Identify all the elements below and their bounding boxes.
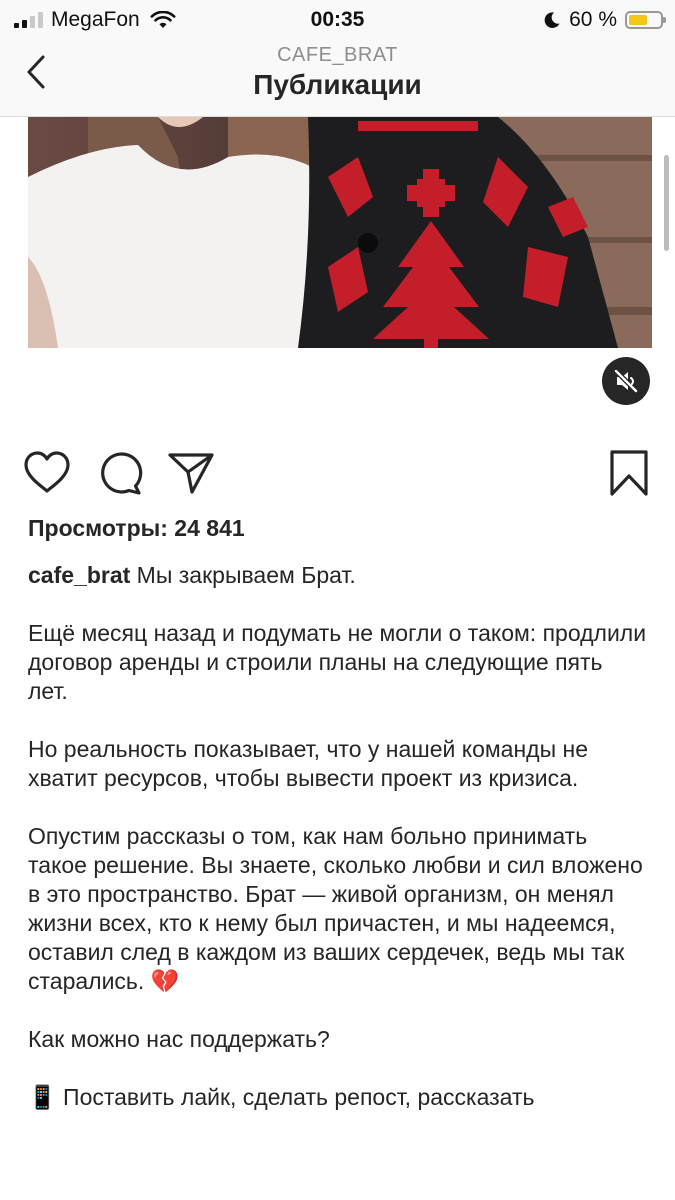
- battery-fill: [629, 15, 647, 25]
- wifi-icon: [150, 11, 176, 28]
- moon-icon: [544, 12, 560, 28]
- battery-icon: [625, 11, 666, 29]
- battery-percent: 60 %: [569, 8, 617, 31]
- nav-header: CAFE_BRAT Публикации: [0, 38, 675, 117]
- status-right: 60 %: [543, 8, 666, 32]
- caption-paragraph: Опустим рассказы о том, как нам больно п…: [28, 822, 648, 996]
- share-button[interactable]: [166, 448, 216, 498]
- mute-button[interactable]: [602, 357, 650, 405]
- account-name[interactable]: CAFE_BRAT: [0, 44, 675, 67]
- status-left: MegaFon: [14, 8, 176, 32]
- carrier-name: MegaFon: [51, 8, 140, 31]
- status-bar: MegaFon 00:35 60 %: [0, 0, 675, 38]
- post-caption: cafe_brat Мы закрываем Брат. Ещё месяц н…: [28, 561, 648, 1141]
- page-title: Публикации: [253, 69, 422, 100]
- caption-paragraph: Как можно нас поддержать?: [28, 1026, 330, 1052]
- page-scrollbar[interactable]: [664, 155, 669, 251]
- video-frame-illustration: [28, 117, 652, 348]
- broken-heart-emoji: 💔: [150, 968, 180, 994]
- post-video[interactable]: [28, 117, 652, 348]
- caption-headline: Мы закрываем Брат.: [136, 562, 356, 588]
- save-button[interactable]: [604, 448, 654, 498]
- comment-button[interactable]: [95, 448, 145, 498]
- caption-paragraph-text: Поставить лайк, сделать репост, рассказа…: [63, 1084, 535, 1110]
- signal-icon: [14, 12, 43, 28]
- caption-paragraph: 📱 Поставить лайк, сделать репост, расска…: [28, 1083, 648, 1112]
- instagram-post-screen: MegaFon 00:35 60 % CAFE_BRAT Публикации: [0, 0, 675, 1200]
- post-actions: [0, 448, 675, 500]
- caption-author[interactable]: cafe_brat: [28, 562, 130, 588]
- phone-emoji: 📱: [28, 1084, 57, 1110]
- views-count: Просмотры: 24 841: [28, 515, 245, 541]
- caption-paragraph-text: Опустим рассказы о том, как нам больно п…: [28, 823, 643, 994]
- like-button[interactable]: [22, 448, 72, 498]
- caption-paragraph: Ещё месяц назад и подумать не могли о та…: [28, 620, 647, 704]
- caption-first-line: cafe_brat Мы закрываем Брат.: [28, 561, 648, 590]
- speaker-muted-icon: [613, 368, 639, 394]
- caption-paragraph: Но реальность показывает, что у нашей ко…: [28, 736, 588, 791]
